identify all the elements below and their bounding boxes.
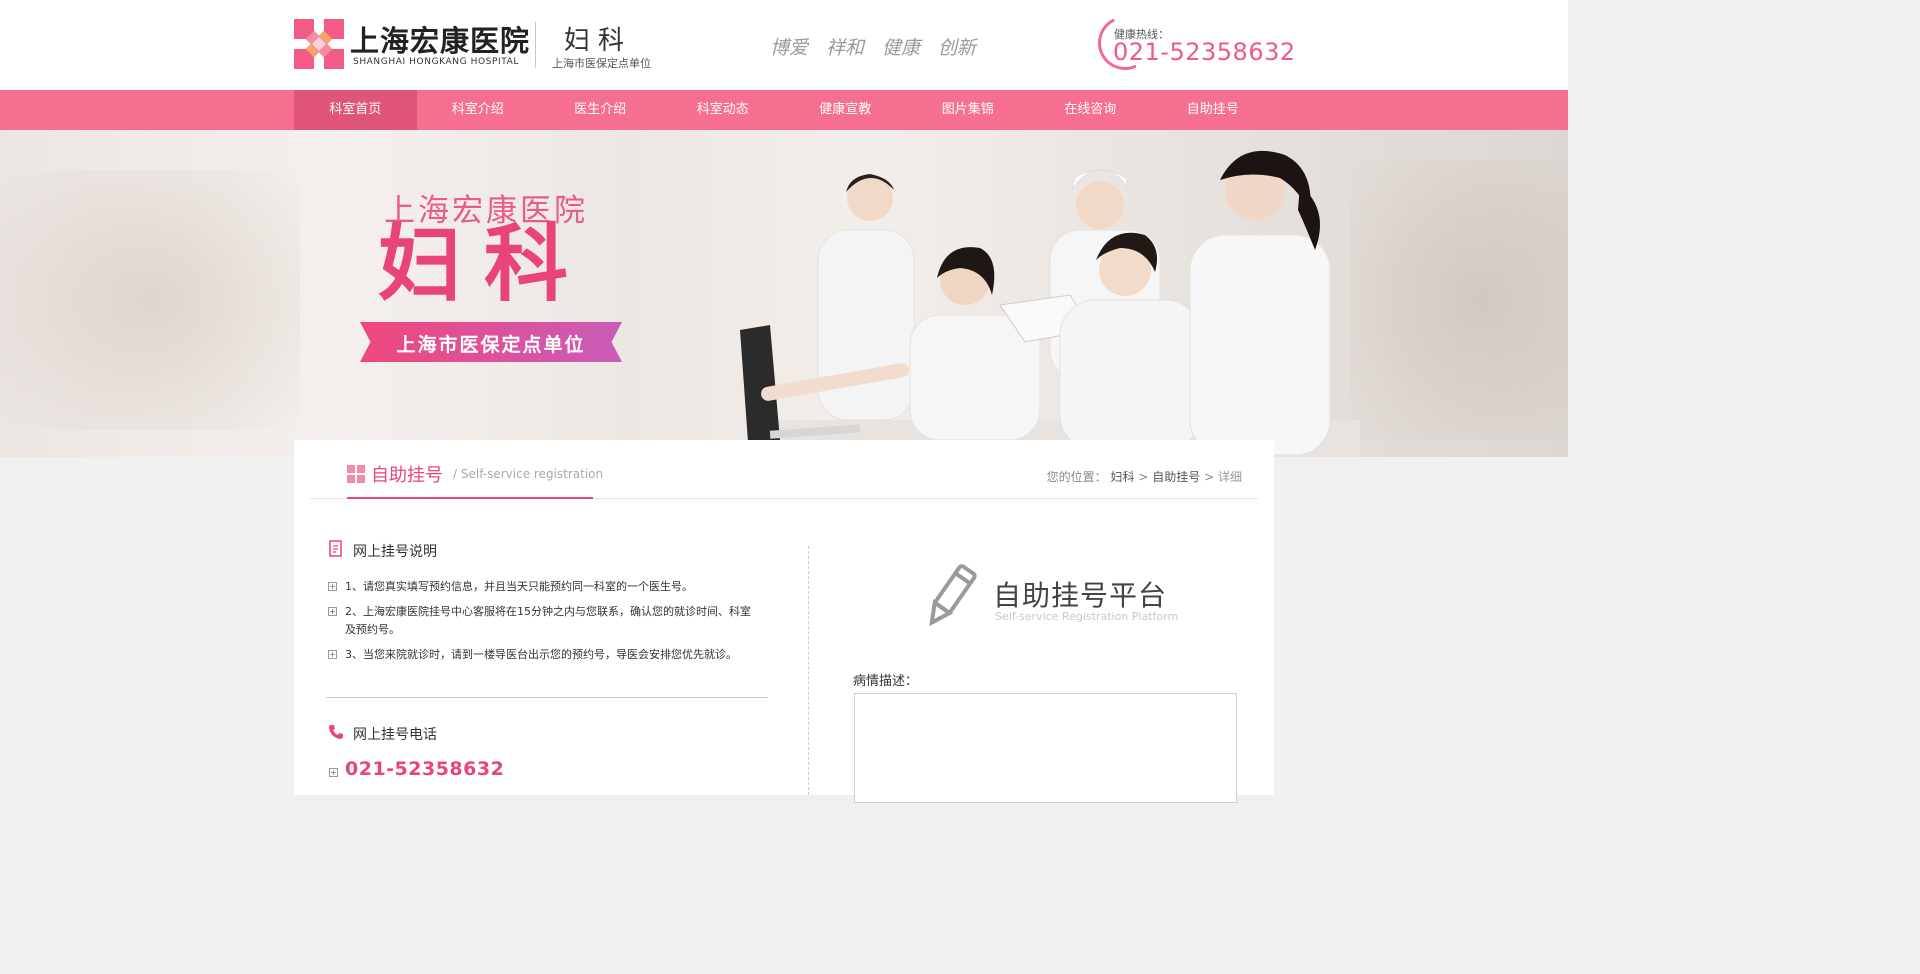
slogan: 祥和: [826, 37, 865, 59]
breadcrumb-prefix: 您的位置：: [1046, 470, 1107, 484]
section-underline: [347, 497, 593, 499]
section-header: 自助挂号 / Self-service registration 您的位置： 妇…: [310, 440, 1258, 499]
pencil-icon: [929, 564, 977, 627]
breadcrumb-link-registration[interactable]: 自助挂号: [1152, 470, 1200, 484]
condition-description-input[interactable]: [854, 693, 1237, 803]
plus-box-icon: +: [328, 650, 337, 659]
banner-subtitle: 妇科: [378, 215, 591, 313]
slogan: 创新: [938, 37, 977, 59]
registration-panel: 自助挂号 / Self-service registration 您的位置： 妇…: [294, 440, 1274, 803]
nav-item-registration[interactable]: 自助挂号: [1152, 90, 1275, 130]
grid-icon: [347, 465, 365, 483]
condition-description-label: 病情描述：: [853, 674, 919, 689]
department-name: 妇科: [564, 26, 633, 56]
nav-item-news[interactable]: 科室动态: [662, 90, 785, 130]
info-title: 网上挂号说明: [353, 544, 437, 560]
breadcrumb-separator: >: [1138, 470, 1149, 484]
nav-item-health-education[interactable]: 健康宣教: [784, 90, 907, 130]
department-subtitle: 上海市医保定点单位: [552, 57, 651, 70]
breadcrumb-link-gynecology[interactable]: 妇科: [1111, 470, 1135, 484]
nav-item-online-consult[interactable]: 在线咨询: [1029, 90, 1152, 130]
banner-ribbon-text: 上海市医保定点单位: [396, 334, 586, 356]
info-list: +1、请您真实填写预约信息，并且当天只能预约同一科室的一个医生号。 +2、上海宏…: [328, 578, 758, 671]
list-item: +1、请您真实填写预约信息，并且当天只能预约同一科室的一个医生号。: [328, 580, 693, 593]
list-item: +2、上海宏康医院挂号中心客服将在15分钟之内与您联系，确认您的就诊时间、科室及…: [328, 605, 751, 636]
breadcrumb: 您的位置： 妇科 > 自助挂号 > 详细: [1047, 468, 1242, 485]
breadcrumb-current: 详细: [1217, 470, 1242, 484]
nav-item-gallery[interactable]: 图片集锦: [907, 90, 1030, 130]
plus-box-icon: +: [328, 607, 337, 616]
hotline-number: 021-52358632: [1113, 38, 1296, 66]
phone-icon: [329, 725, 343, 739]
slogan: 博爱: [770, 37, 809, 59]
document-icon: [329, 540, 342, 557]
site-header: 上海宏康医院 SHANGHAI HONGKANG HOSPITAL 妇科 上海市…: [0, 0, 1568, 90]
hospital-name-en: SHANGHAI HONGKANG HOSPITAL: [353, 57, 520, 67]
phone-title: 网上挂号电话: [353, 727, 437, 743]
hero-banner: 上海宏康医院 妇科 上海市医保定点单位: [0, 130, 1568, 457]
slogan: 健康: [882, 37, 921, 59]
platform-title: 自助挂号平台: [993, 579, 1168, 612]
platform-title-en: Self-service Registration Platform: [995, 610, 1179, 623]
phone-number[interactable]: 021-52358632: [345, 758, 504, 780]
nav-item-doctors[interactable]: 医生介绍: [539, 90, 662, 130]
hospital-name[interactable]: 上海宏康医院: [350, 18, 530, 60]
plus-box-icon: +: [328, 582, 337, 591]
vertical-divider: [808, 546, 809, 795]
doctors-photo-illustration: [740, 150, 1360, 457]
header-divider: [535, 22, 536, 68]
nav-item-department-intro[interactable]: 科室介绍: [417, 90, 540, 130]
plus-box-icon: +: [329, 768, 338, 777]
list-item: +3、当您来院就诊时，请到一楼导医台出示您的预约号，导医会安排您优先就诊。: [328, 648, 737, 661]
divider: [326, 697, 768, 698]
hospital-logo-icon[interactable]: [294, 19, 344, 69]
breadcrumb-separator: >: [1204, 470, 1215, 484]
slogans: 博爱 祥和 健康 创新: [770, 33, 976, 60]
section-title: 自助挂号: [371, 465, 443, 486]
main-nav: 科室首页 科室介绍 医生介绍 科室动态 健康宣教 图片集锦 在线咨询 自助挂号: [0, 90, 1568, 130]
banner-ribbon: 上海市医保定点单位: [360, 322, 622, 362]
nav-item-home[interactable]: 科室首页: [294, 90, 417, 130]
section-title-en: / Self-service registration: [453, 467, 604, 481]
